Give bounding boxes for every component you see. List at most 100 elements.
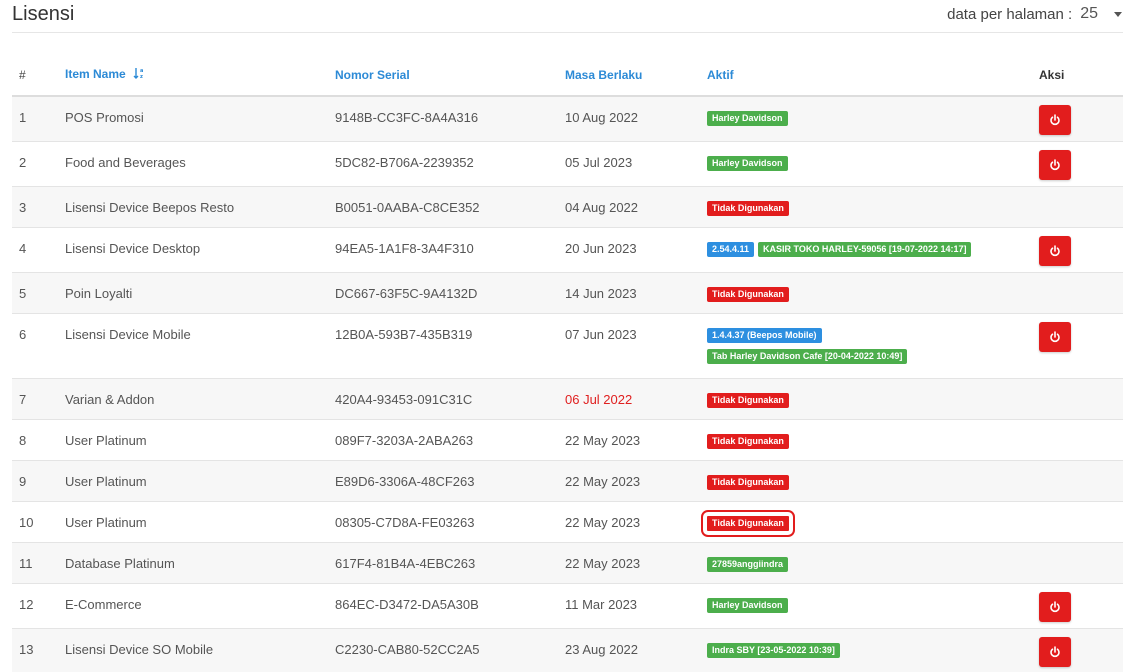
serial-number-text: 864EC-D3472-DA5A30B (335, 596, 479, 612)
per-page-select[interactable]: 25 (1080, 5, 1122, 23)
action-cell (1039, 312, 1123, 378)
serial-number: B0051-0AABA-C8CE352 (335, 185, 565, 227)
serial-number: 94EA5-1A1F8-3A4F310 (335, 226, 565, 272)
badge-group: Harley Davidson (707, 584, 1039, 613)
status-badge: Harley Davidson (707, 597, 788, 613)
table-header-row: # Item Name az Nomor Serial Masa Berlaku… (12, 55, 1123, 97)
item-name-text: POS Promosi (65, 110, 144, 125)
status-badge: 1.4.4.37 (Beepos Mobile) (707, 327, 822, 343)
serial-number: 089F7-3203A-2ABA263 (335, 418, 565, 460)
active-cell: Tidak Digunakan (701, 500, 1039, 542)
badge-line: Harley Davidson (707, 597, 788, 613)
deactivate-button[interactable] (1039, 105, 1071, 135)
row-number-text: 7 (19, 391, 27, 407)
expiry-date-text: 23 Aug 2022 (565, 641, 639, 657)
expiry-date: 04 Aug 2022 (565, 185, 707, 227)
header-divider (12, 32, 1123, 33)
serial-number: 12B0A-593B7-435B319 (335, 312, 565, 378)
serial-number: 08305-C7D8A-FE03263 (335, 500, 565, 542)
header-serial[interactable]: Nomor Serial (335, 55, 565, 97)
expiry-date: 22 May 2023 (565, 541, 707, 583)
deactivate-button[interactable] (1039, 591, 1071, 622)
chevron-down-icon (1114, 11, 1122, 17)
active-cell: Tidak Digunakan (707, 185, 1039, 227)
item-name-text: User Platinum (65, 514, 147, 530)
deactivate-button[interactable] (1039, 149, 1071, 180)
badge-line: 27859anggiindra (707, 556, 789, 572)
item-name-text: User Platinum (65, 473, 147, 489)
serial-number: 5DC82-B706A-2239352 (335, 140, 565, 186)
header-expiry[interactable]: Masa Berlaku (565, 55, 707, 97)
item-name-text: Poin Loyalti (65, 285, 133, 301)
table-row: 7 Varian & Addon 420A4-93453-091C31C 06 Jul… (12, 377, 1123, 419)
sort-icon[interactable]: az (133, 67, 145, 83)
power-icon (1050, 114, 1060, 126)
badge-group: 1.4.4.37 (Beepos Mobile) Tab Harley David… (707, 314, 1039, 364)
expiry-date-text: 22 May 2023 (565, 555, 641, 571)
expiry-date: 14 Jun 2023 (565, 271, 707, 313)
power-icon (1050, 244, 1060, 256)
active-cell: Harley Davidson (707, 140, 1039, 186)
badge-group: Tidak Digunakan (701, 502, 1039, 537)
table-row: 3 Lisensi Device Beepos Resto B0051-0AABA-… (12, 185, 1123, 227)
badge-line: Tidak Digunakan (707, 392, 789, 408)
deactivate-button[interactable] (1039, 235, 1071, 266)
expiry-date: 05 Jul 2023 (565, 140, 707, 186)
expiry-date: 20 Jun 2023 (565, 226, 707, 272)
deactivate-button[interactable] (1039, 321, 1071, 352)
badge-group: 27859anggiindra (707, 543, 1039, 572)
active-cell: 1.4.4.37 (Beepos Mobile) Tab Harley David… (707, 312, 1039, 378)
expiry-date-text: 20 Jun 2023 (565, 240, 637, 256)
item-name: User Platinum (65, 500, 335, 542)
row-number: 6 (12, 312, 65, 378)
badge-line: 1.4.4.37 (Beepos Mobile) (707, 327, 822, 343)
active-cell: Indra SBY [23-05-2022 10:39] (707, 627, 1039, 672)
expiry-date-text: 04 Aug 2022 (565, 199, 639, 215)
badge-line: 2.54.4.11 KASIR TOKO HARLEY-59056 [19-07-… (707, 241, 972, 257)
serial-number-text: 9148B-CC3FC-8A4A316 (335, 110, 479, 125)
row-number: 5 (12, 271, 65, 313)
per-page-value: 25 (1080, 5, 1098, 22)
item-name: Lisensi Device SO Mobile (65, 627, 335, 672)
action-cell (1039, 185, 1123, 227)
serial-number-text: 12B0A-593B7-435B319 (335, 326, 473, 342)
serial-number: E89D6-3306A-48CF263 (335, 459, 565, 501)
item-name-text: Lisensi Device Beepos Resto (65, 199, 235, 215)
table-row: 5 Poin Loyalti DC667-63F5C-9A4132D 14 Jun 2… (12, 271, 1123, 313)
status-badge: 2.54.4.11 (707, 241, 755, 257)
page-header: Lisensi data per halaman : 25 (0, 0, 1130, 33)
serial-number-text: B0051-0AABA-C8CE352 (335, 199, 480, 215)
badge-group: Tidak Digunakan (707, 420, 1039, 449)
row-number-text: 12 (19, 596, 34, 612)
header-active[interactable]: Aktif (707, 55, 1039, 97)
serial-number: 617F4-81B4A-4EBC263 (335, 541, 565, 583)
action-cell (1039, 541, 1123, 583)
row-number: 9 (12, 459, 65, 501)
row-number-text: 11 (19, 555, 33, 571)
power-icon (1050, 158, 1060, 170)
action-cell (1039, 95, 1123, 141)
deactivate-button[interactable] (1039, 636, 1071, 667)
action-cell (1039, 226, 1123, 272)
action-cell (1039, 500, 1123, 542)
badge-line: Harley Davidson (707, 155, 788, 171)
per-page-control: data per halaman : 25 (947, 5, 1122, 23)
badge-line: Tidak Digunakan (707, 433, 789, 449)
item-name: Lisensi Device Desktop (65, 226, 335, 272)
row-number-text: 5 (19, 285, 27, 301)
table-row: 10 User Platinum 08305-C7D8A-FE03263 22 May… (12, 500, 1123, 542)
header-item-name[interactable]: Item Name az (65, 55, 335, 97)
status-badge: Tidak Digunakan (707, 474, 789, 490)
expiry-date: 22 May 2023 (565, 500, 707, 542)
status-badge: Indra SBY [23-05-2022 10:39] (707, 642, 840, 658)
item-name: Lisensi Device Beepos Resto (65, 185, 335, 227)
expiry-date: 22 May 2023 (565, 418, 707, 460)
badge-group: Tidak Digunakan (707, 461, 1039, 490)
item-name: E-Commerce (65, 582, 335, 628)
status-badge: Tidak Digunakan (707, 286, 789, 302)
serial-number-text: E89D6-3306A-48CF263 (335, 473, 475, 489)
item-name-text: Lisensi Device Mobile (65, 326, 191, 342)
row-number-text: 3 (19, 199, 27, 215)
active-cell: Tidak Digunakan (707, 459, 1039, 501)
serial-number-text: 420A4-93453-091C31C (335, 391, 473, 407)
